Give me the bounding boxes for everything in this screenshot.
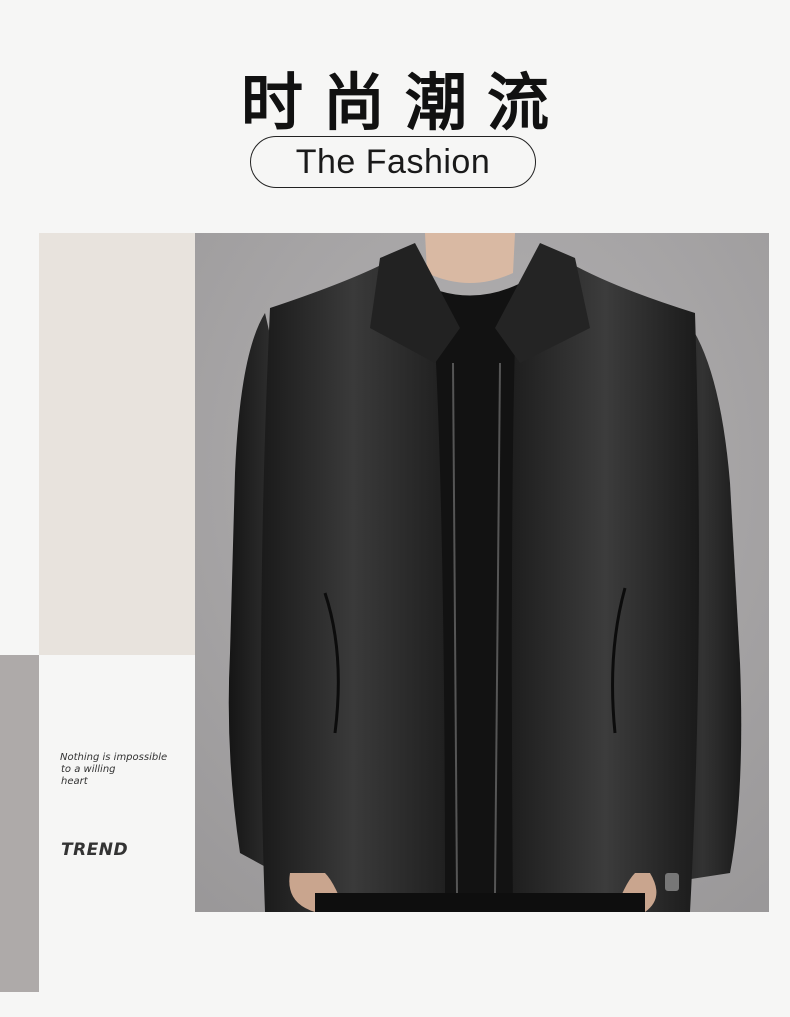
tagline-line-1: Nothing is impossible bbox=[60, 752, 168, 763]
tagline: Nothing is impossible to a willing heart bbox=[60, 752, 167, 788]
product-photo bbox=[195, 233, 769, 912]
subtitle-pill: The Fashion bbox=[250, 136, 536, 188]
trend-label: TREND bbox=[61, 840, 129, 860]
page-title: 时尚潮流 bbox=[240, 66, 569, 139]
subtitle-text: The Fashion bbox=[295, 142, 491, 181]
jacket-illustration bbox=[195, 233, 769, 912]
gray-decor-block bbox=[0, 655, 39, 992]
tagline-line-2: to a willing bbox=[61, 764, 116, 775]
tagline-line-3: heart bbox=[61, 776, 88, 787]
beige-decor-block bbox=[39, 233, 195, 655]
